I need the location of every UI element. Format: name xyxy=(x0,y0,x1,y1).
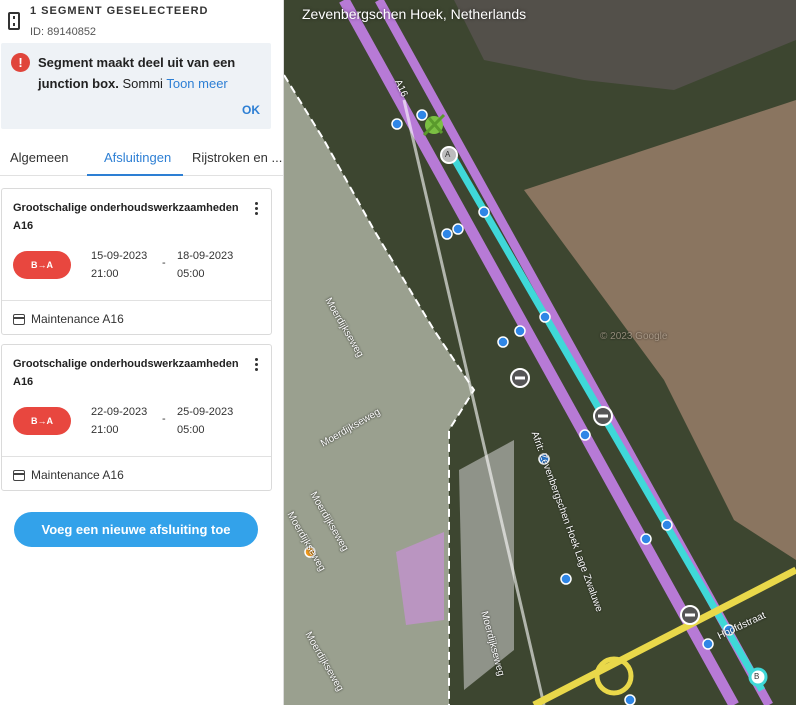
node[interactable] xyxy=(579,429,591,441)
closure-marker-icon[interactable] xyxy=(680,605,700,625)
alert-message: Segment maakt deel uit van een junction … xyxy=(38,52,266,94)
end-date: 18-09-2023 xyxy=(177,250,234,262)
direction-badge: B→A xyxy=(13,407,71,435)
alert-rest-text: Sommi xyxy=(118,76,163,91)
segment-id: ID: 89140852 xyxy=(30,26,97,38)
date-separator: - xyxy=(162,257,166,269)
tab-general[interactable]: Algemeen xyxy=(10,150,69,165)
map-location-title: Zevenbergschen Hoek, Netherlands xyxy=(302,6,527,22)
node[interactable] xyxy=(624,694,636,705)
closure-start: 15-09-2023 21:00 xyxy=(91,247,147,283)
more-options-icon[interactable] xyxy=(250,357,262,373)
error-icon: ! xyxy=(11,53,30,72)
closure-title: Grootschalige onderhoudswerkzaamheden A1… xyxy=(13,202,239,232)
tab-closures[interactable]: Afsluitingen xyxy=(104,150,171,165)
add-closure-button[interactable]: Voeg een nieuwe afsluiting toe xyxy=(14,512,258,547)
map-watermark: © 2023 Google xyxy=(600,331,668,342)
node[interactable] xyxy=(441,228,453,240)
closure-marker-icon[interactable] xyxy=(510,368,530,388)
node[interactable] xyxy=(702,638,714,650)
calendar-icon xyxy=(13,314,25,325)
node[interactable] xyxy=(497,336,509,348)
active-tab-indicator xyxy=(87,174,183,176)
end-time: 05:00 xyxy=(177,268,205,280)
segment-header: 1 SEGMENT GESELECTEERD ID: 89140852 xyxy=(0,0,283,42)
more-options-icon[interactable] xyxy=(250,201,262,217)
node[interactable] xyxy=(416,109,428,121)
closure-title: Grootschalige onderhoudswerkzaamheden A1… xyxy=(13,358,239,388)
calendar-icon xyxy=(13,470,25,481)
tab-lanes[interactable]: Rijstroken en ... xyxy=(192,150,282,165)
node[interactable] xyxy=(452,223,464,235)
panel-tabs: Algemeen Afsluitingen Rijstroken en ... xyxy=(0,140,283,176)
segment-panel: 1 SEGMENT GESELECTEERD ID: 89140852 ! Se… xyxy=(0,0,284,705)
end-time: 05:00 xyxy=(177,424,205,436)
map-parking xyxy=(459,440,514,690)
segment-title: 1 SEGMENT GESELECTEERD xyxy=(30,5,209,17)
alert-ok-button[interactable]: OK xyxy=(242,103,260,117)
endpoint-b-label: B xyxy=(754,672,760,681)
closure-event: Maintenance A16 xyxy=(31,312,124,326)
closure-card: Grootschalige onderhoudswerkzaamheden A1… xyxy=(1,188,272,335)
direction-badge: B→A xyxy=(13,251,71,279)
segment-icon xyxy=(8,12,20,30)
closure-end: 25-09-2023 05:00 xyxy=(177,403,233,439)
start-date: 15-09-2023 xyxy=(91,250,148,262)
start-date: 22-09-2023 xyxy=(91,406,148,418)
closure-start: 22-09-2023 21:00 xyxy=(91,403,147,439)
card-divider xyxy=(2,300,271,301)
node[interactable] xyxy=(391,118,403,130)
node[interactable] xyxy=(560,573,572,585)
node[interactable] xyxy=(661,519,673,531)
start-time: 21:00 xyxy=(91,268,119,280)
node[interactable] xyxy=(514,325,526,337)
card-divider xyxy=(2,456,271,457)
node[interactable] xyxy=(640,533,652,545)
end-date: 25-09-2023 xyxy=(177,406,234,418)
closure-end: 18-09-2023 05:00 xyxy=(177,247,233,283)
closure-event: Maintenance A16 xyxy=(31,468,124,482)
closure-card: Grootschalige onderhoudswerkzaamheden A1… xyxy=(1,344,272,491)
date-separator: - xyxy=(162,413,166,425)
start-time: 21:00 xyxy=(91,424,119,436)
junction-box-alert: ! Segment maakt deel uit van een junctio… xyxy=(1,43,271,129)
map-view[interactable]: Zevenbergschen Hoek, Netherlands Moerdij… xyxy=(284,0,796,705)
endpoint-a-label: A xyxy=(445,150,451,159)
node[interactable] xyxy=(539,311,551,323)
closure-marker-icon[interactable] xyxy=(593,406,613,426)
show-more-link[interactable]: Toon meer xyxy=(166,76,227,91)
node[interactable] xyxy=(478,206,490,218)
